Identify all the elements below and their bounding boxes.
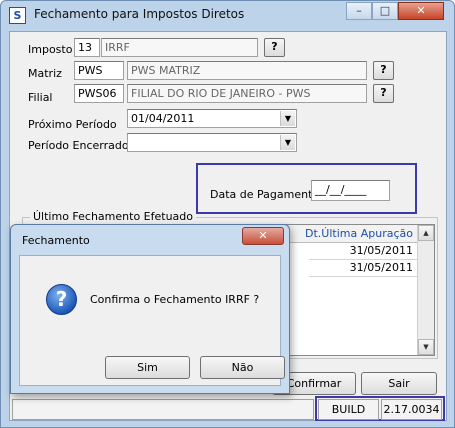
proximo-periodo-value: 01/04/2011	[131, 112, 195, 125]
chevron-down-icon[interactable]: ▼	[280, 111, 295, 126]
filial-description-field: FILIAL DO RIO DE JANEIRO - PWS	[127, 84, 367, 103]
imposto-label: Imposto	[28, 43, 73, 56]
maximize-button[interactable]: □	[372, 2, 398, 20]
build-version: 2.17.0034	[381, 399, 442, 420]
status-bar	[12, 399, 314, 420]
dialog-body: ? Confirma o Fechamento IRRF ? Sim Não	[19, 255, 285, 386]
minimize-button[interactable]: –	[346, 2, 372, 20]
build-label: BUILD	[318, 399, 379, 420]
ultimo-fechamento-title: Último Fechamento Efetuado	[30, 210, 196, 223]
data-pagamento-input[interactable]: __/__/____	[311, 180, 390, 201]
proximo-periodo-label: Próximo Período	[28, 118, 117, 131]
dialog-message: Confirma o Fechamento IRRF ?	[90, 293, 260, 306]
table-row[interactable]: 31/05/2011	[309, 260, 417, 277]
data-pagamento-label: Data de Pagamento	[210, 188, 320, 201]
matriz-code-field[interactable]: PWS	[74, 61, 124, 80]
matriz-description-field: PWS MATRIZ	[127, 61, 367, 80]
dialog-title: Fechamento	[22, 234, 90, 247]
window-title: Fechamento para Impostos Diretos	[34, 7, 245, 21]
imposto-description-field: IRRF	[101, 38, 258, 57]
app-logo-icon: S	[9, 7, 26, 24]
title-bar[interactable]: S Fechamento para Impostos Diretos – □ ✕	[1, 1, 454, 31]
filial-code-field[interactable]: PWS06	[74, 84, 124, 103]
table-row[interactable]: 31/05/2011	[309, 243, 417, 260]
proximo-periodo-dropdown[interactable]: 01/04/2011 ▼	[127, 109, 297, 128]
filial-lookup-button[interactable]: ?	[373, 84, 394, 103]
grid-scrollbar[interactable]: ▲ ▼	[417, 225, 434, 355]
scroll-down-icon[interactable]: ▼	[418, 339, 434, 355]
matriz-lookup-button[interactable]: ?	[373, 61, 394, 80]
question-icon: ?	[46, 284, 77, 315]
column-header-dt-ultima-apuracao[interactable]: Dt.Última Apuração	[305, 227, 413, 240]
imposto-lookup-button[interactable]: ?	[264, 38, 285, 57]
periodo-encerrado-label: Período Encerrado	[28, 139, 129, 152]
nao-button[interactable]: Não	[200, 356, 285, 379]
periodo-encerrado-dropdown[interactable]: ▼	[127, 133, 297, 152]
scroll-up-icon[interactable]: ▲	[418, 225, 434, 241]
chevron-down-icon[interactable]: ▼	[280, 135, 295, 150]
matriz-label: Matriz	[28, 67, 62, 80]
confirm-dialog: Fechamento ✕ ? Confirma o Fechamento IRR…	[10, 224, 290, 394]
imposto-code-field[interactable]: 13	[74, 38, 100, 57]
sim-button[interactable]: Sim	[105, 356, 190, 379]
filial-label: Filial	[28, 91, 53, 104]
sair-button[interactable]: Sair	[361, 372, 437, 395]
close-button[interactable]: ✕	[398, 2, 444, 20]
dialog-close-button[interactable]: ✕	[242, 227, 284, 245]
